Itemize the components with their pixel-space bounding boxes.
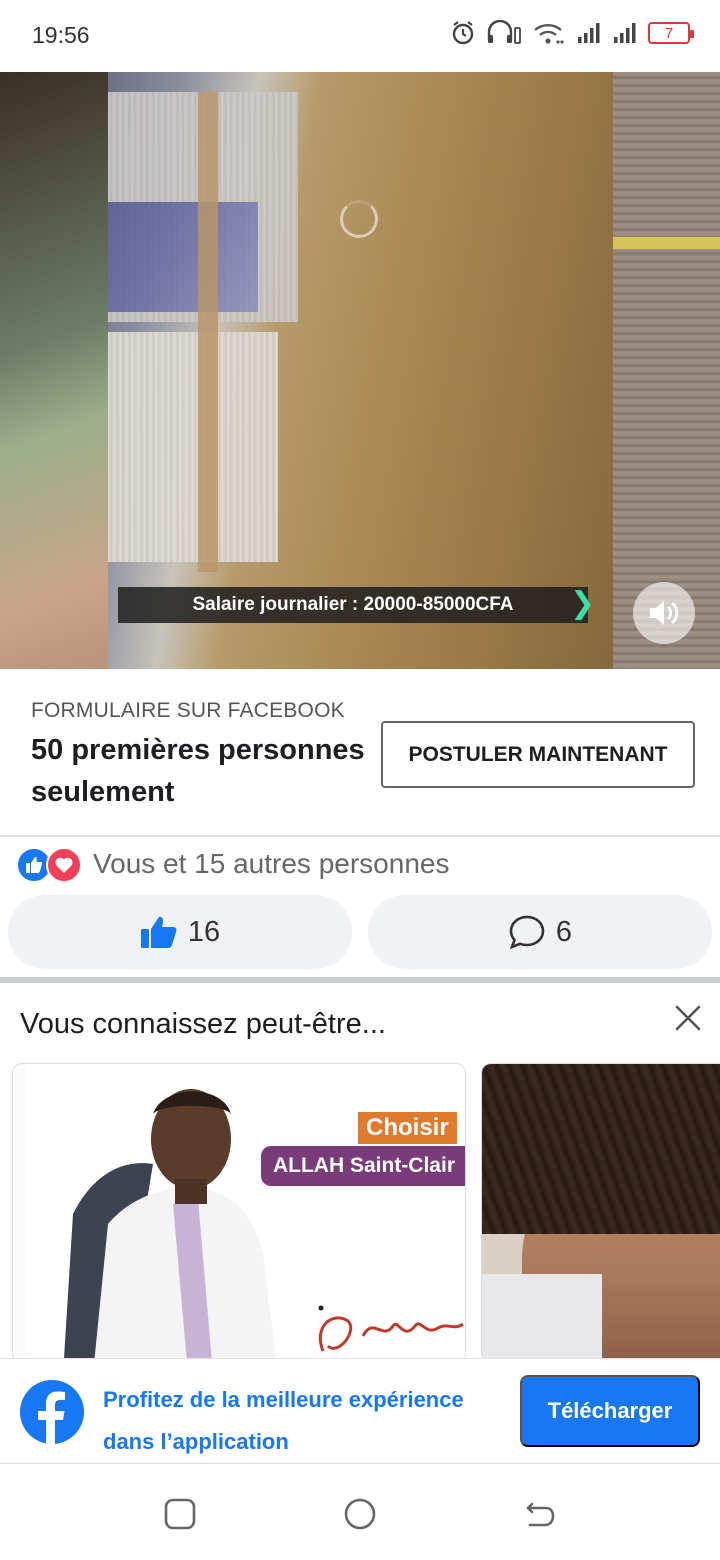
comment-icon	[509, 915, 545, 950]
volume-button[interactable]	[633, 582, 695, 644]
pymk-title: Vous connaissez peut-être...	[20, 1008, 386, 1040]
reactions-summary[interactable]: Vous et 15 autres personnes	[0, 839, 720, 889]
alarm-icon	[452, 21, 474, 45]
status-time: 19:56	[32, 22, 90, 48]
wifi-icon	[534, 24, 564, 44]
love-reaction-icon	[46, 847, 82, 883]
thumbs-up-icon	[26, 857, 43, 873]
pymk-card[interactable]: Choisir ALLAH Saint-Clair	[12, 1063, 466, 1363]
reaction-icons	[16, 847, 86, 883]
badge-name: ALLAH Saint-Clair	[261, 1146, 465, 1186]
battery-icon: 7	[648, 22, 694, 44]
video-caption: Salaire journalier : 20000-85000CFA	[118, 587, 588, 623]
status-icons: 7	[450, 20, 694, 46]
comment-count: 6	[555, 915, 573, 948]
profile-photo-shirt	[482, 1274, 602, 1362]
battery-level: 7	[664, 24, 674, 42]
ad-video[interactable]: Salaire journalier : 20000-85000CFA ❯	[0, 72, 720, 669]
headset-icon	[487, 20, 521, 44]
signal-icon	[614, 23, 636, 43]
speaker-icon	[650, 601, 679, 625]
recents-icon[interactable]	[162, 1496, 198, 1532]
app-promo-line2: dans l’application	[103, 1429, 289, 1454]
post-actions: 16 6	[0, 895, 720, 969]
loading-spinner-icon	[340, 200, 378, 238]
pymk-card[interactable]	[481, 1063, 720, 1363]
profile-photo-hair	[482, 1064, 720, 1234]
app-promo-line1: Profitez de la meilleure expérience	[103, 1387, 464, 1412]
signal-icon	[578, 23, 600, 43]
comment-button[interactable]: 6	[368, 895, 712, 969]
ad-headline: 50 premières personnes seulement	[31, 734, 365, 808]
close-icon[interactable]	[672, 1002, 704, 1034]
video-main-frame	[108, 72, 613, 669]
heart-icon	[55, 857, 73, 873]
facebook-logo-icon	[20, 1380, 84, 1444]
badge-choose: Choisir	[358, 1112, 457, 1144]
app-promo-text: Profitez de la meilleure expérience dans…	[103, 1379, 503, 1463]
status-bar: 19:56 7	[0, 0, 720, 72]
ad-source-label: FORMULAIRE SUR FACEBOOK	[31, 699, 345, 722]
app-install-banner: Profitez de la meilleure expérience dans…	[0, 1358, 720, 1464]
like-count: 16	[187, 915, 221, 948]
reactions-text: Vous et 15 autres personnes	[93, 848, 450, 879]
system-nav-bar	[0, 1466, 720, 1560]
download-app-button[interactable]: Télécharger	[520, 1375, 700, 1447]
home-icon[interactable]	[342, 1496, 378, 1532]
ad-cta-section: FORMULAIRE SUR FACEBOOK 50 premières per…	[0, 669, 720, 837]
thumbs-up-icon	[140, 916, 177, 948]
profile-photo	[63, 1089, 277, 1362]
facebook-f-icon	[38, 1391, 65, 1444]
paper-band	[613, 237, 720, 249]
back-icon[interactable]	[522, 1496, 558, 1532]
like-button[interactable]: 16	[8, 895, 352, 969]
chevron-right-icon: ❯	[570, 587, 596, 620]
paper-band	[198, 92, 218, 572]
section-divider	[0, 977, 720, 983]
banknote-print	[108, 202, 258, 312]
banknotes-stack	[108, 332, 278, 562]
video-left-frame	[0, 72, 108, 669]
video-right-frame	[613, 72, 720, 669]
apply-now-button[interactable]: POSTULER MAINTENANT	[381, 721, 695, 788]
signature-graphic	[318, 1305, 464, 1352]
